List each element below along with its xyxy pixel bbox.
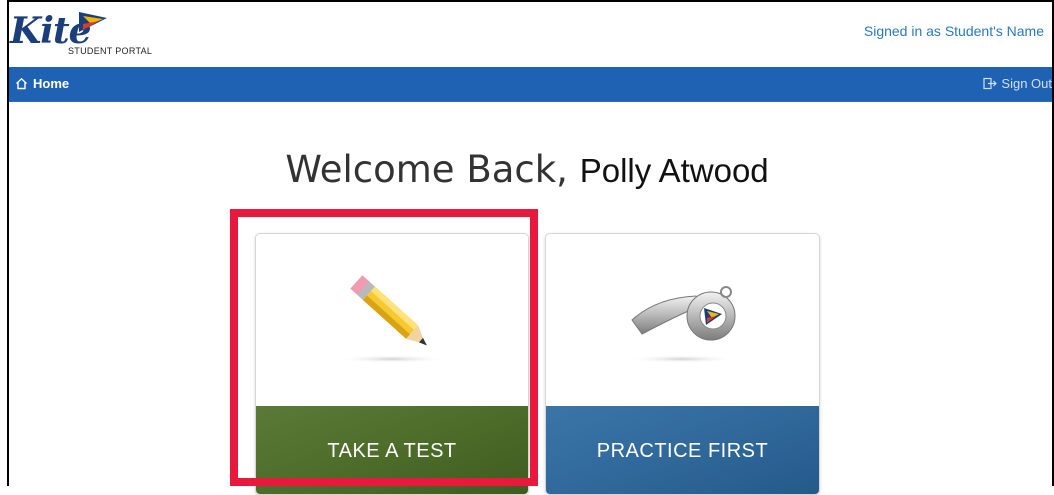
logo-subtitle: STUDENT PORTAL (68, 46, 153, 56)
sign-out-icon (983, 77, 998, 90)
pencil-icon (337, 275, 447, 363)
sign-out-label: Sign Out (1001, 76, 1052, 91)
sign-out-link[interactable]: Sign Out (983, 76, 1052, 91)
signed-in-text: Signed in as Student's Name (863, 23, 1044, 39)
home-icon (16, 77, 27, 90)
nav-home-label: Home (33, 76, 70, 91)
take-a-test-art (256, 234, 528, 404)
window-frame-top (7, 0, 1054, 2)
signed-in-user[interactable]: Signed in as Student's Name (864, 23, 1044, 39)
practice-first-button[interactable]: PRACTICE FIRST (546, 406, 819, 494)
nav-home-link[interactable]: Home (15, 76, 69, 91)
student-name: Polly Atwood (579, 152, 769, 189)
practice-first-card[interactable]: PRACTICE FIRST (545, 233, 820, 495)
kite-flag-icon (79, 12, 107, 32)
welcome-greeting: Welcome Back, (285, 148, 568, 191)
take-a-test-label: TAKE A TEST (327, 439, 457, 462)
practice-first-label: PRACTICE FIRST (596, 439, 769, 462)
take-a-test-card[interactable]: TAKE A TEST (255, 233, 529, 495)
practice-first-art (546, 234, 819, 404)
take-a-test-button[interactable]: TAKE A TEST (256, 406, 528, 494)
whistle-icon (627, 286, 737, 363)
navbar: Home Sign Out (9, 67, 1052, 102)
kite-logo[interactable]: Kite STUDENT PORTAL (10, 8, 180, 63)
welcome-heading: Welcome Back, Polly Atwood (0, 148, 1054, 191)
